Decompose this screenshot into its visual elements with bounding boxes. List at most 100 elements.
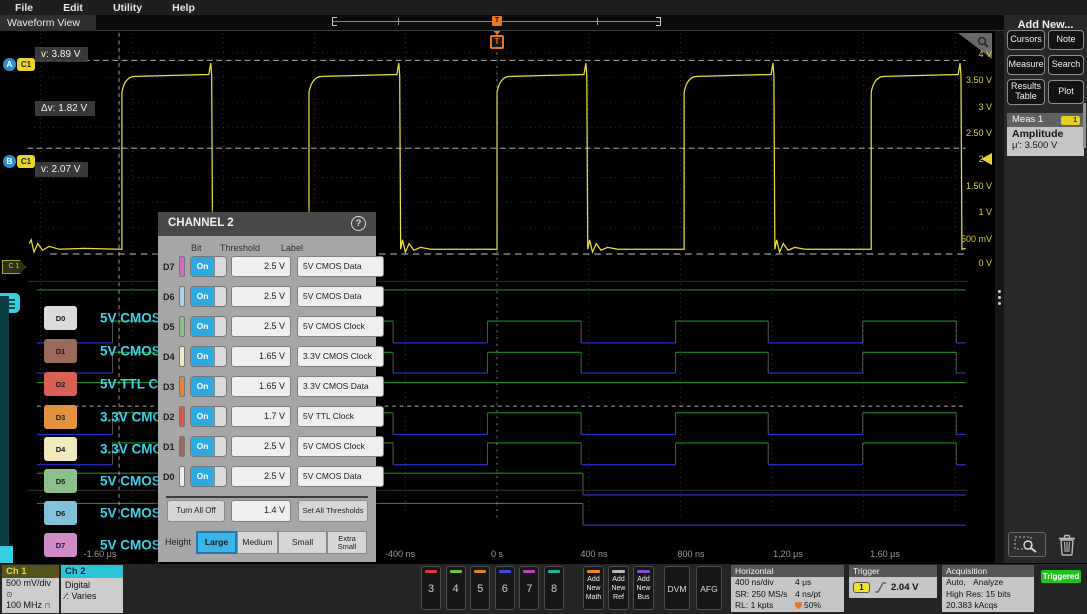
label-field-d0[interactable]: 5V CMOS Data [297,466,384,487]
height-option-medium[interactable]: Medium [237,531,278,554]
cursor-b-readout[interactable]: v: 2.07 V [35,162,88,177]
label-field-d1[interactable]: 5V CMOS Clock [297,436,384,457]
menu-help[interactable]: Help [157,2,210,14]
label-field-d7[interactable]: 5V CMOS Data [297,256,384,277]
channel2-dialog: CHANNEL 2 ? Bit Threshold Label D7On2.5 … [158,212,376,562]
menu-file[interactable]: File [0,2,48,14]
menu-utility[interactable]: Utility [98,2,157,14]
channel-7-button[interactable]: 7 [519,566,539,610]
column-header-bit: Bit [191,243,202,253]
bit-on-toggle-d2[interactable]: On [190,406,227,427]
threshold-field-d5[interactable]: 2.5 V [231,316,291,337]
ch1-bandwidth: 100 MHz ⊓ [2,600,59,612]
channel2-dialog-title[interactable]: CHANNEL 2 [158,212,376,236]
label-field-d2[interactable]: 5V TTL Clock [297,406,384,427]
height-option-small[interactable]: Small [278,531,327,554]
add-new-bus-button[interactable]: AddNewBus [633,566,654,610]
horizontal-panel[interactable]: Horizontal 400 ns/div4 μsSR: 250 MS/s4 n… [731,565,844,612]
add-new-results-table-button[interactable]: ResultsTable [1007,79,1045,105]
overview-left-bracket[interactable] [332,17,337,26]
label-field-d4[interactable]: 3.3V CMOS Clock [297,346,384,367]
threshold-field-d7[interactable]: 2.5 V [231,256,291,277]
trigger-position-marker[interactable]: T [484,31,510,51]
voltage-tick-label: 3 V [978,102,992,112]
acq-resolution: High Res: 15 bits [946,589,1034,601]
horizontal-cell: 4 ns/pt [795,589,844,601]
panel-divider-rail[interactable] [995,31,1004,563]
height-option-extra-small[interactable]: ExtraSmall [327,531,367,554]
digital-chip-d5[interactable]: D5 [44,469,77,493]
horizontal-zoom-overview[interactable]: T [332,16,661,27]
digital-chip-d4[interactable]: D4 [44,437,77,461]
ch2-badge[interactable]: Ch 2 Digital ∕: Varies [61,565,123,613]
menu-edit[interactable]: Edit [48,2,98,14]
set-all-thresholds-button[interactable]: Set All Thresholds [298,500,368,522]
trigger-marker-t-icon: T [490,35,504,49]
digital-chip-d2[interactable]: D2 [44,372,77,396]
bit-on-toggle-d3[interactable]: On [190,376,227,397]
threshold-field-d4[interactable]: 1.65 V [231,346,291,367]
digital-chip-d1[interactable]: D1 [44,339,77,363]
tab-waveform-view[interactable]: Waveform View [0,15,96,31]
threshold-field-d2[interactable]: 1.7 V [231,406,291,427]
meas1-body: Amplitude μ': 3.500 V [1007,127,1084,156]
bit-on-toggle-d6[interactable]: On [190,286,227,307]
help-icon[interactable]: ? [351,216,366,231]
channel-3-button[interactable]: 3 [421,566,441,610]
minimap-trigger-marker[interactable]: T [492,16,502,26]
cursor-a-readout[interactable]: v: 3.89 V [35,47,88,62]
all-threshold-field[interactable]: 1.4 V [231,500,291,522]
ch1-badge[interactable]: Ch 1 500 mV/div ⊙ 100 MHz ⊓ [2,565,59,613]
meas1-header: Meas 1 1 [1007,113,1084,127]
height-option-large[interactable]: Large [196,531,237,554]
threshold-field-d1[interactable]: 2.5 V [231,436,291,457]
zoom-select-button[interactable] [1008,532,1046,557]
bit-on-toggle-d1[interactable]: On [190,436,227,457]
overview-right-bracket[interactable] [656,17,661,26]
digital-group-footer-handle[interactable] [0,546,13,563]
bit-on-toggle-d7[interactable]: On [190,256,227,277]
add-new-plot-button[interactable]: Plot [1048,80,1084,104]
digital-chip-d6[interactable]: D6 [44,501,77,525]
cursor-a-source-badge[interactable]: C1 [17,58,35,71]
dvm-button[interactable]: DVM [664,566,690,610]
digital-chip-d3[interactable]: D3 [44,405,77,429]
threshold-field-d3[interactable]: 1.65 V [231,376,291,397]
dialog-bit-swatch-d6 [179,286,185,307]
digital-chip-d0[interactable]: D0 [44,306,77,330]
acquisition-panel[interactable]: Acquisition Auto, Analyze High Res: 15 b… [942,565,1034,612]
add-new-note-button[interactable]: Note [1048,30,1084,50]
bit-on-toggle-d0[interactable]: On [190,466,227,487]
waveform-plot[interactable]: T A C1 v: 3.89 V Δv: 1.82 V B C1 v: 2.07… [0,31,995,563]
threshold-field-d6[interactable]: 2.5 V [231,286,291,307]
afg-button[interactable]: AFG [696,566,722,610]
channel-6-button[interactable]: 6 [495,566,515,610]
cursor-b-source-badge[interactable]: C1 [17,155,35,168]
cursor-a-badge[interactable]: A [3,58,16,71]
add-new-search-button[interactable]: Search [1048,55,1084,75]
cursor-delta-readout[interactable]: Δv: 1.82 V [35,101,95,116]
add-new-measure-button[interactable]: Measure [1007,55,1045,75]
add-new-cursors-button[interactable]: Cursors [1007,30,1045,50]
threshold-field-d0[interactable]: 2.5 V [231,466,291,487]
label-field-d6[interactable]: 5V CMOS Data [297,286,384,307]
voltage-tick-label: 3.50 V [966,75,992,85]
channel-5-button[interactable]: 5 [470,566,490,610]
add-new-math-button[interactable]: AddNewMath [583,566,604,610]
label-field-d5[interactable]: 5V CMOS Clock [297,316,384,337]
meas1-badge-card[interactable]: Meas 1 1 Amplitude μ': 3.500 V [1007,113,1084,156]
label-field-d3[interactable]: 3.3V CMOS Data [297,376,384,397]
bit-on-toggle-d5[interactable]: On [190,316,227,337]
bit-on-toggle-d4[interactable]: On [190,346,227,367]
trigger-panel[interactable]: Trigger 1 2.04 V [849,565,937,598]
add-new-ref-button[interactable]: AddNewRef [608,566,629,610]
digital-chip-d7[interactable]: D7 [44,533,77,557]
dialog-bit-name: D5 [163,322,175,332]
cursor-b-badge[interactable]: B [3,155,16,168]
turn-all-off-button[interactable]: Turn All Off [167,500,225,522]
panel-scrollbar-thumb[interactable] [1083,103,1086,148]
trash-button[interactable] [1054,531,1080,558]
channel-8-button[interactable]: 8 [544,566,564,610]
toggle-on-label: On [191,377,214,396]
channel-4-button[interactable]: 4 [446,566,466,610]
